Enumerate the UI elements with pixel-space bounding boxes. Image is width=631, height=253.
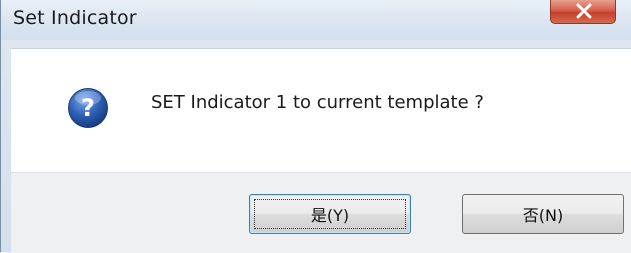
no-button-label: 否(N) [522, 206, 564, 225]
question-icon: ? [68, 88, 108, 128]
message-area: ? SET Indicator 1 to current template ? [11, 48, 631, 173]
close-button[interactable] [550, 0, 616, 24]
close-icon [576, 3, 592, 19]
message-text: SET Indicator 1 to current template ? [151, 92, 484, 113]
no-button[interactable]: 否(N) [462, 194, 624, 234]
window-title: Set Indicator [13, 7, 137, 29]
title-bar[interactable]: Set Indicator [1, 0, 631, 40]
yes-button[interactable]: 是(Y) [249, 194, 411, 234]
button-bar: 是(Y) 否(N) [11, 172, 631, 253]
svg-text:?: ? [81, 94, 95, 122]
focus-rectangle [254, 199, 406, 229]
dialog-window: Set Indicator ? SET Indicator 1 to curre… [0, 0, 631, 253]
